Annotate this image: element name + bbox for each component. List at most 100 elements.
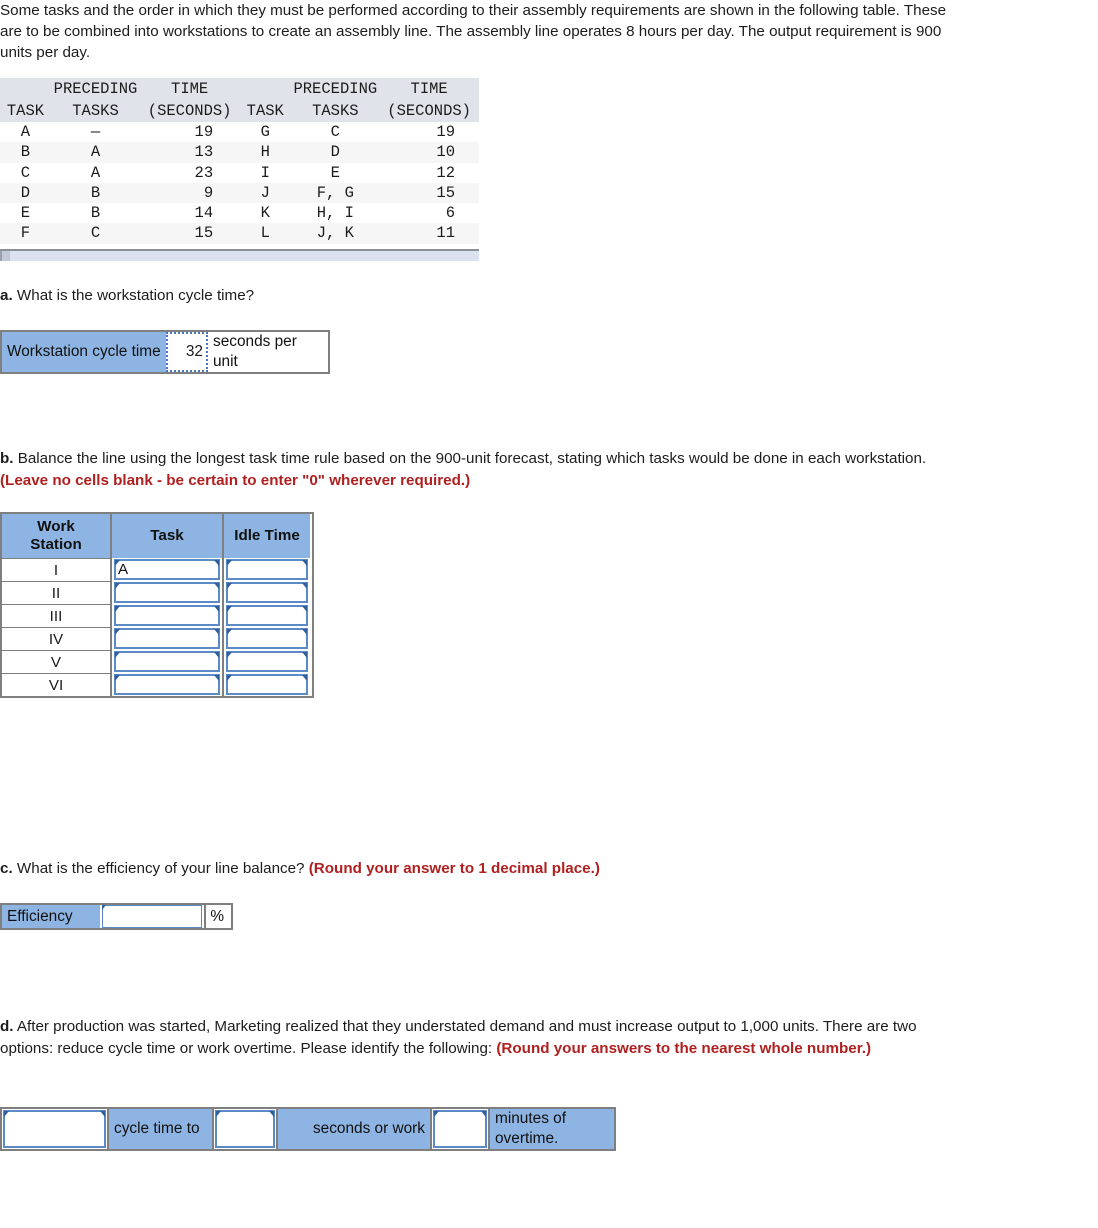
workstation-number: IV bbox=[2, 627, 112, 650]
seconds-input[interactable] bbox=[215, 1110, 275, 1148]
cell-time-2: 12 bbox=[436, 163, 455, 182]
cell-preceding: B bbox=[50, 182, 141, 204]
question-d-label: d. bbox=[0, 1018, 14, 1035]
cell-time-2: 11 bbox=[379, 223, 479, 244]
cell-preceding: A bbox=[50, 142, 141, 163]
workstation-task-input[interactable] bbox=[114, 651, 220, 672]
table-row: F C 15 L J, K 11 bbox=[0, 223, 479, 244]
workstation-number: V bbox=[2, 650, 112, 673]
cycle-time-to-label: cycle time to bbox=[107, 1109, 212, 1149]
header-preceding-1: PRECEDING bbox=[50, 78, 141, 100]
cell-time-2: 10 bbox=[379, 142, 479, 163]
table-row: C A 23 I E 12 bbox=[0, 163, 479, 183]
header-preceding-2: PRECEDING bbox=[291, 78, 380, 100]
efficiency-row-label: Efficiency bbox=[2, 905, 101, 928]
efficiency-input[interactable] bbox=[102, 905, 203, 928]
question-b-label: b. bbox=[0, 450, 14, 467]
question-d-text: d. After production was started, Marketi… bbox=[0, 1016, 960, 1059]
overtime-minutes-cell bbox=[430, 1109, 488, 1149]
header-tasks-2: TASKS bbox=[291, 100, 380, 122]
cell-task: C bbox=[20, 163, 31, 182]
minutes-of-overtime-label: minutes of overtime. bbox=[488, 1109, 614, 1149]
workstation-task-input[interactable]: A bbox=[114, 559, 220, 580]
cell-preceding: B bbox=[90, 204, 101, 223]
workstation-header-work-line1: Work bbox=[37, 518, 75, 535]
workstation-idle-input[interactable] bbox=[226, 582, 308, 603]
cell-time: 19 bbox=[194, 123, 214, 141]
workstation-idle-input[interactable] bbox=[226, 628, 308, 649]
workstation-idle-input[interactable] bbox=[226, 605, 308, 626]
question-b-text: b. Balance the line using the longest ta… bbox=[0, 448, 950, 491]
workstation-task-cell bbox=[112, 673, 224, 696]
intro-paragraph: Some tasks and the order in which they m… bbox=[0, 2, 947, 61]
task-data-table: PRECEDING TIME PRECEDING TIME TASK TASKS… bbox=[0, 78, 479, 244]
workstation-task-input[interactable] bbox=[114, 674, 220, 695]
header-time-1: TIME bbox=[140, 78, 240, 100]
cell-task-2: H bbox=[239, 142, 292, 163]
workstation-number: II bbox=[2, 581, 112, 604]
workstation-idle-input[interactable] bbox=[226, 559, 308, 580]
table-horizontal-scrollbar[interactable] bbox=[0, 249, 479, 261]
workstation-task-input[interactable] bbox=[114, 605, 220, 626]
cycle-time-input[interactable]: 32 bbox=[166, 332, 208, 372]
workstation-idle-cell bbox=[224, 604, 310, 627]
cell-task-2: G bbox=[260, 123, 270, 141]
header-seconds-2: (SECONDS) bbox=[379, 100, 479, 122]
cell-task: A bbox=[20, 123, 31, 141]
question-c-text: c. What is the efficiency of your line b… bbox=[0, 858, 760, 880]
workstation-header-work-line2: Station bbox=[30, 536, 82, 553]
table-row: E B 14 K H, I 6 bbox=[0, 203, 479, 223]
workstation-idle-cell bbox=[224, 627, 310, 650]
workstation-task-input[interactable] bbox=[114, 582, 220, 603]
workstation-idle-cell bbox=[224, 673, 310, 696]
workstation-idle-cell bbox=[224, 650, 310, 673]
cell-time-2: 15 bbox=[379, 182, 479, 204]
cell-time: 13 bbox=[140, 142, 240, 163]
table-row: VI bbox=[2, 673, 312, 696]
cell-time-2: 19 bbox=[436, 123, 455, 141]
cell-task: E bbox=[20, 204, 31, 223]
workstation-idle-cell bbox=[224, 581, 310, 604]
workstation-idle-input[interactable] bbox=[226, 674, 308, 695]
header-blank-1 bbox=[0, 78, 51, 100]
cell-task-2: I bbox=[260, 163, 270, 182]
workstation-task-input[interactable] bbox=[114, 628, 220, 649]
cell-preceding-2: C bbox=[330, 123, 340, 141]
efficiency-input-cell bbox=[100, 905, 205, 928]
efficiency-percent-label: % bbox=[204, 905, 231, 928]
table-row: II bbox=[2, 581, 312, 604]
question-a-text: a. What is the workstation cycle time? bbox=[0, 285, 600, 307]
workstation-header-task: Task bbox=[112, 514, 224, 558]
header-time-2: TIME bbox=[379, 78, 479, 100]
cell-time-2: 6 bbox=[445, 204, 455, 223]
table-row: IV bbox=[2, 627, 312, 650]
cell-preceding-2: F, G bbox=[291, 182, 380, 204]
workstation-task-cell bbox=[112, 604, 224, 627]
overtime-minutes-input[interactable] bbox=[433, 1110, 487, 1148]
question-a-label: a. bbox=[0, 287, 13, 304]
cycle-time-unit-label: seconds per unit bbox=[208, 332, 328, 372]
cycle-time-answer-grid: Workstation cycle time 32 seconds per un… bbox=[0, 330, 330, 374]
cell-preceding-2: H, I bbox=[316, 204, 354, 223]
workstation-task-cell: A bbox=[112, 558, 224, 581]
task-data-table-body: A — 19 G C 19 B A 13 H D 10 C A 23 I E 1… bbox=[0, 122, 479, 244]
cell-preceding: — bbox=[90, 123, 101, 141]
cell-task-2: K bbox=[260, 204, 270, 223]
cell-task-2: J bbox=[239, 182, 292, 204]
workstation-number: VI bbox=[2, 673, 112, 696]
header-blank-2 bbox=[239, 78, 292, 100]
cell-time: 14 bbox=[194, 204, 214, 223]
header-task-2: TASK bbox=[239, 100, 292, 122]
workstation-header-work-station: Work Station bbox=[2, 514, 112, 558]
scrollbar-thumb[interactable] bbox=[0, 251, 10, 261]
reduce-cycle-time-input[interactable] bbox=[3, 1110, 106, 1148]
cell-preceding: C bbox=[50, 223, 141, 244]
cell-time: 9 bbox=[140, 182, 240, 204]
workstation-table-header-row: Work Station Task Idle Time bbox=[2, 514, 312, 558]
table-header-row-top: PRECEDING TIME PRECEDING TIME bbox=[0, 78, 479, 100]
overtime-answer-grid: cycle time to seconds or work minutes of… bbox=[0, 1107, 616, 1151]
table-row: I A bbox=[2, 558, 312, 581]
workstation-idle-input[interactable] bbox=[226, 651, 308, 672]
cell-preceding-2: D bbox=[291, 142, 380, 163]
seconds-or-work-label: seconds or work bbox=[276, 1109, 430, 1149]
